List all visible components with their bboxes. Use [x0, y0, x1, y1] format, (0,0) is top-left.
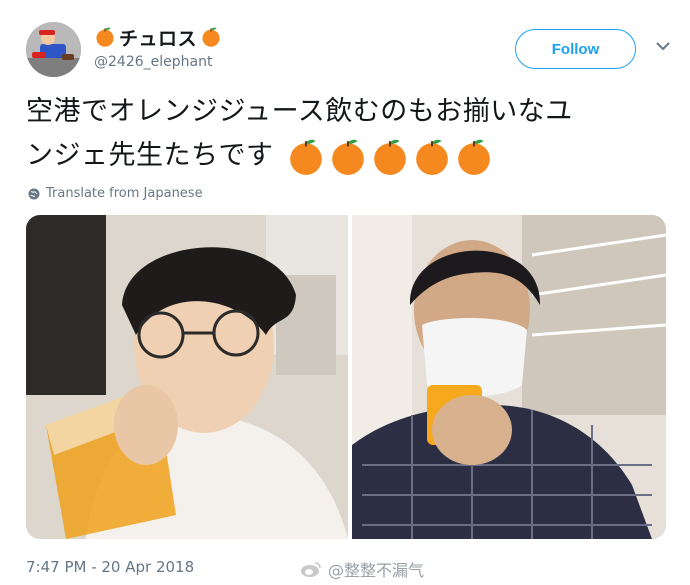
orange-emoji-row: [287, 138, 493, 176]
display-name-row[interactable]: チュロス: [94, 22, 222, 52]
orange-emoji: [371, 138, 409, 176]
follow-button[interactable]: Follow: [515, 29, 636, 69]
user-handle[interactable]: @2426_elephant: [94, 54, 212, 70]
tweet-timestamp[interactable]: 7:47 PM - 20 Apr 2018: [26, 558, 194, 576]
photo-right[interactable]: [352, 215, 666, 539]
chevron-down-icon[interactable]: [655, 38, 671, 54]
tweet-media[interactable]: [26, 215, 666, 539]
orange-emoji: [94, 26, 116, 48]
translate-label[interactable]: Translate from Japanese: [46, 186, 203, 201]
orange-emoji: [413, 138, 451, 176]
orange-emoji: [287, 138, 325, 176]
photo-left[interactable]: [26, 215, 348, 539]
translate-link[interactable]: Translate from Japanese: [28, 186, 203, 201]
tweet-text-line-1: 空港でオレンジジュース飲むのもお揃いなユ: [26, 96, 573, 127]
watermark-text: @整整不漏气: [328, 561, 425, 580]
orange-emoji: [455, 138, 493, 176]
tweet-header: チュロス @2426_elephant Follow: [22, 18, 672, 82]
orange-emoji: [200, 26, 222, 48]
weibo-watermark: @整整不漏气: [300, 557, 424, 581]
tweet-text-line-2: ンジェ先生たちです: [26, 140, 274, 171]
avatar[interactable]: [26, 22, 81, 77]
tweet-text: 空港でオレンジジュース飲むのもお揃いなユ ンジェ先生たちです: [26, 90, 666, 178]
display-name[interactable]: チュロス: [119, 24, 197, 51]
weibo-icon: [300, 560, 322, 578]
globe-icon: [28, 188, 40, 200]
orange-emoji: [329, 138, 367, 176]
